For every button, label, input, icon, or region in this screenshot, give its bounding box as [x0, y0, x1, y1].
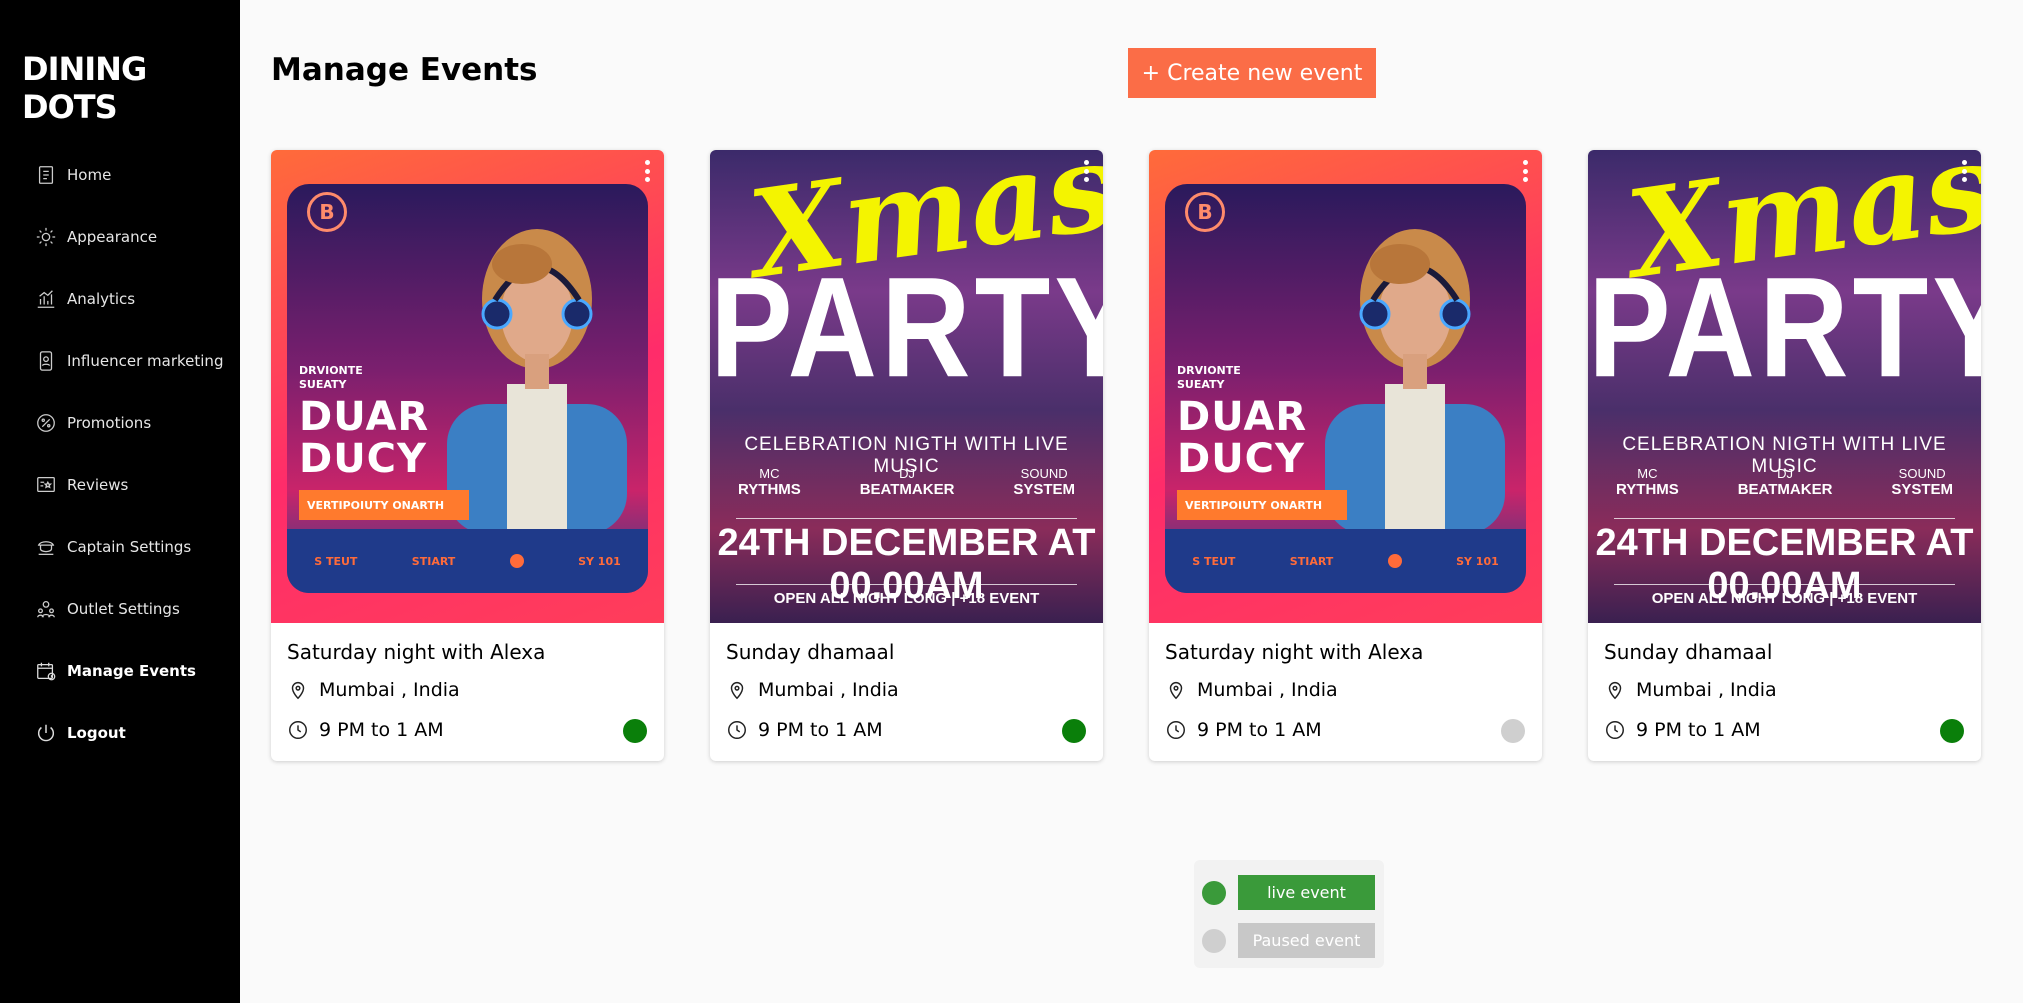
promotions-icon [34, 411, 58, 435]
card-menu-icon[interactable] [642, 160, 652, 182]
legend-paused-dot [1202, 928, 1226, 953]
poster-roles: MC RYTHMS DJ BEATMAKER SOUND SYSTEM [738, 466, 1075, 498]
card-menu-icon[interactable] [1959, 160, 1969, 182]
poster-footer: S TEUT STIART SY 101 [287, 529, 648, 593]
event-location: Mumbai , India [287, 679, 460, 701]
reviews-icon [34, 473, 58, 497]
card-menu-icon[interactable] [1081, 160, 1091, 182]
location-pin-icon [730, 682, 744, 700]
sidebar-item-label: Captain Settings [67, 538, 192, 556]
captain-icon [34, 535, 58, 559]
poster-bar: VERTIPOIUTY ONARTH [1177, 490, 1347, 520]
poster-bar: VERTIPOIUTY ONARTH [299, 490, 469, 520]
logout-icon [34, 721, 58, 745]
analytics-icon [34, 287, 58, 311]
brand-logo[interactable]: DINING DOTS [22, 50, 240, 126]
event-poster-xmas[interactable]: PARTY Xmas CELEBRATION NIGTH WITH LIVE M… [710, 150, 1103, 623]
poster-roles: MC RYTHMS DJ BEATMAKER SOUND SYSTEM [1616, 466, 1953, 498]
sidebar-item-appearance[interactable]: Appearance [34, 222, 157, 252]
dj-person-illustration [1325, 229, 1505, 534]
event-poster-xmas[interactable]: PARTY Xmas CELEBRATION NIGTH WITH LIVE M… [1588, 150, 1981, 623]
card-menu-icon[interactable] [1520, 160, 1530, 182]
event-title: Saturday night with Alexa [287, 640, 546, 664]
event-title: Saturday night with Alexa [1165, 640, 1424, 664]
location-pin-icon [1608, 682, 1622, 700]
poster-divider [736, 584, 1077, 585]
event-time: 9 PM to 1 AM [726, 719, 883, 741]
clock-icon [728, 721, 746, 739]
sidebar-item-label: Manage Events [67, 662, 196, 680]
home-icon [34, 163, 58, 187]
dj-person-illustration [447, 229, 627, 534]
sidebar-item-label: Analytics [67, 290, 136, 308]
status-indicator-live[interactable] [623, 719, 647, 743]
poster-headline: DUAR DUCY [1177, 394, 1308, 482]
poster-footer: OPEN ALL NIGHT LONG | +18 EVENT [773, 590, 1040, 607]
page-title: Manage Events [271, 52, 538, 88]
create-event-button[interactable]: + Create new event [1128, 48, 1376, 98]
outlet-icon [34, 597, 58, 621]
event-title: Sunday dhamaal [726, 640, 895, 664]
appearance-icon [34, 225, 58, 249]
sidebar-item-reviews[interactable]: Reviews [34, 470, 128, 500]
clock-icon [289, 721, 307, 739]
poster-subtitle: DRVIONTE SUEATY [1177, 364, 1241, 391]
poster-divider [1614, 584, 1955, 585]
legend-live-label: live event [1238, 875, 1375, 910]
legend-paused-label: Paused event [1238, 923, 1375, 958]
sidebar-item-promotions[interactable]: Promotions [34, 408, 151, 438]
status-legend: live event Paused event [1194, 860, 1384, 968]
event-poster-dj[interactable]: B DRVIONTE SUEATY DUAR DUCY VERTIPOIUTY … [271, 150, 664, 623]
poster-footer: S TEUT STIART SY 101 [1165, 529, 1526, 593]
location-pin-icon [291, 682, 305, 700]
events-icon [34, 659, 58, 683]
status-indicator-paused[interactable] [1501, 719, 1525, 743]
sidebar-item-influencer-marketing[interactable]: Influencer marketing [34, 346, 223, 376]
event-time: 9 PM to 1 AM [1604, 719, 1761, 741]
event-time: 9 PM to 1 AM [287, 719, 444, 741]
event-poster-dj[interactable]: B DRVIONTE SUEATY DUAR DUCY VERTIPOIUTY … [1149, 150, 1542, 623]
event-location: Mumbai , India [1165, 679, 1338, 701]
sidebar-item-label: Appearance [67, 228, 158, 246]
sidebar: DINING DOTS Home Appearance Analytics In… [0, 0, 240, 1003]
poster-footer: OPEN ALL NIGHT LONG | +18 EVENT [1651, 590, 1918, 607]
sidebar-item-label: Home [67, 166, 112, 184]
legend-paused: Paused event [1202, 923, 1375, 958]
event-location: Mumbai , India [1604, 679, 1777, 701]
event-location: Mumbai , India [726, 679, 899, 701]
event-time: 9 PM to 1 AM [1165, 719, 1322, 741]
sidebar-item-analytics[interactable]: Analytics [34, 284, 135, 314]
status-indicator-live[interactable] [1062, 719, 1086, 743]
clock-icon [1606, 721, 1624, 739]
influencer-icon [34, 349, 58, 373]
event-card[interactable]: PARTY Xmas CELEBRATION NIGTH WITH LIVE M… [710, 150, 1103, 761]
event-title: Sunday dhamaal [1604, 640, 1773, 664]
sidebar-item-label: Reviews [67, 476, 129, 494]
event-card[interactable]: PARTY Xmas CELEBRATION NIGTH WITH LIVE M… [1588, 150, 1981, 761]
sidebar-item-outlet-settings[interactable]: Outlet Settings [34, 594, 180, 624]
poster-headline: DUAR DUCY [299, 394, 430, 482]
clock-icon [1167, 721, 1185, 739]
poster-divider [1614, 518, 1955, 519]
sidebar-item-logout[interactable]: Logout [34, 718, 126, 748]
poster-subtitle: DRVIONTE SUEATY [299, 364, 363, 391]
sidebar-item-label: Influencer marketing [67, 352, 224, 370]
event-card[interactable]: B DRVIONTE SUEATY DUAR DUCY VERTIPOIUTY … [1149, 150, 1542, 761]
status-indicator-live[interactable] [1940, 719, 1964, 743]
event-card[interactable]: B DRVIONTE SUEATY DUAR DUCY VERTIPOIUTY … [271, 150, 664, 761]
location-pin-icon [1169, 682, 1183, 700]
sidebar-item-label: Outlet Settings [67, 600, 180, 618]
poster-badge: B [307, 192, 347, 232]
sidebar-item-captain-settings[interactable]: Captain Settings [34, 532, 191, 562]
poster-divider [736, 518, 1077, 519]
sidebar-item-label: Promotions [67, 414, 152, 432]
poster-frame: B DRVIONTE SUEATY DUAR DUCY VERTIPOIUTY … [287, 184, 648, 593]
poster-frame: B DRVIONTE SUEATY DUAR DUCY VERTIPOIUTY … [1165, 184, 1526, 593]
poster-badge: B [1185, 192, 1225, 232]
sidebar-item-manage-events[interactable]: Manage Events [34, 656, 196, 686]
sidebar-item-home[interactable]: Home [34, 160, 111, 190]
sidebar-item-label: Logout [67, 724, 126, 742]
legend-live: live event [1202, 875, 1375, 910]
legend-live-dot [1202, 880, 1226, 905]
